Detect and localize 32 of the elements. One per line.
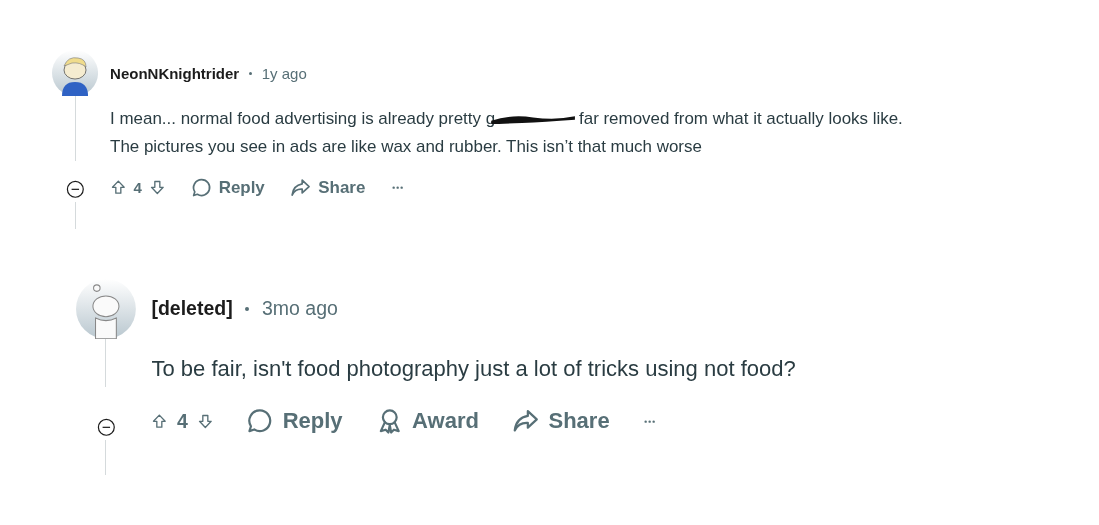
vote-score: 4 <box>133 179 142 197</box>
downvote-button[interactable] <box>196 412 214 430</box>
collapse-button[interactable] <box>65 179 85 199</box>
comment-text: far removed from what it actually looks like. <box>579 108 903 131</box>
share-button[interactable]: Share <box>512 407 610 435</box>
comment-text: The pictures you see in ads are like wax and rubber. This isn’t that much worse <box>110 136 702 159</box>
collapse-icon <box>96 417 116 437</box>
avatar <box>52 50 99 97</box>
comment-text: To be fair, isn't food photography just a lot of tricks using not food? <box>151 354 796 383</box>
speech-bubble-icon <box>190 176 212 199</box>
downvote-icon <box>148 179 166 196</box>
downvote-icon <box>196 412 214 430</box>
upvote-button[interactable] <box>110 179 127 196</box>
collapse-icon <box>65 179 85 199</box>
share-arrow-icon <box>290 176 312 199</box>
timestamp: 3mo ago <box>261 297 338 321</box>
author-name[interactable]: NeonNKnightrider <box>110 64 240 82</box>
upvote-button[interactable] <box>151 412 169 430</box>
separator-dot-icon <box>248 71 252 75</box>
author-name[interactable]: [deleted] <box>151 297 233 321</box>
timestamp: 1y ago <box>261 64 307 82</box>
downvote-button[interactable] <box>148 179 166 196</box>
award-button[interactable]: Award <box>375 407 479 435</box>
collapse-button[interactable] <box>96 417 116 437</box>
vote-score: 4 <box>176 409 188 433</box>
speech-bubble-icon <box>246 407 274 435</box>
separator-dot-icon <box>245 306 250 311</box>
share-button[interactable]: Share <box>290 176 366 199</box>
reply-button[interactable]: Reply <box>246 407 343 435</box>
upvote-icon <box>151 412 169 430</box>
upvote-icon <box>110 179 127 196</box>
reply-button[interactable]: Reply <box>190 176 265 199</box>
